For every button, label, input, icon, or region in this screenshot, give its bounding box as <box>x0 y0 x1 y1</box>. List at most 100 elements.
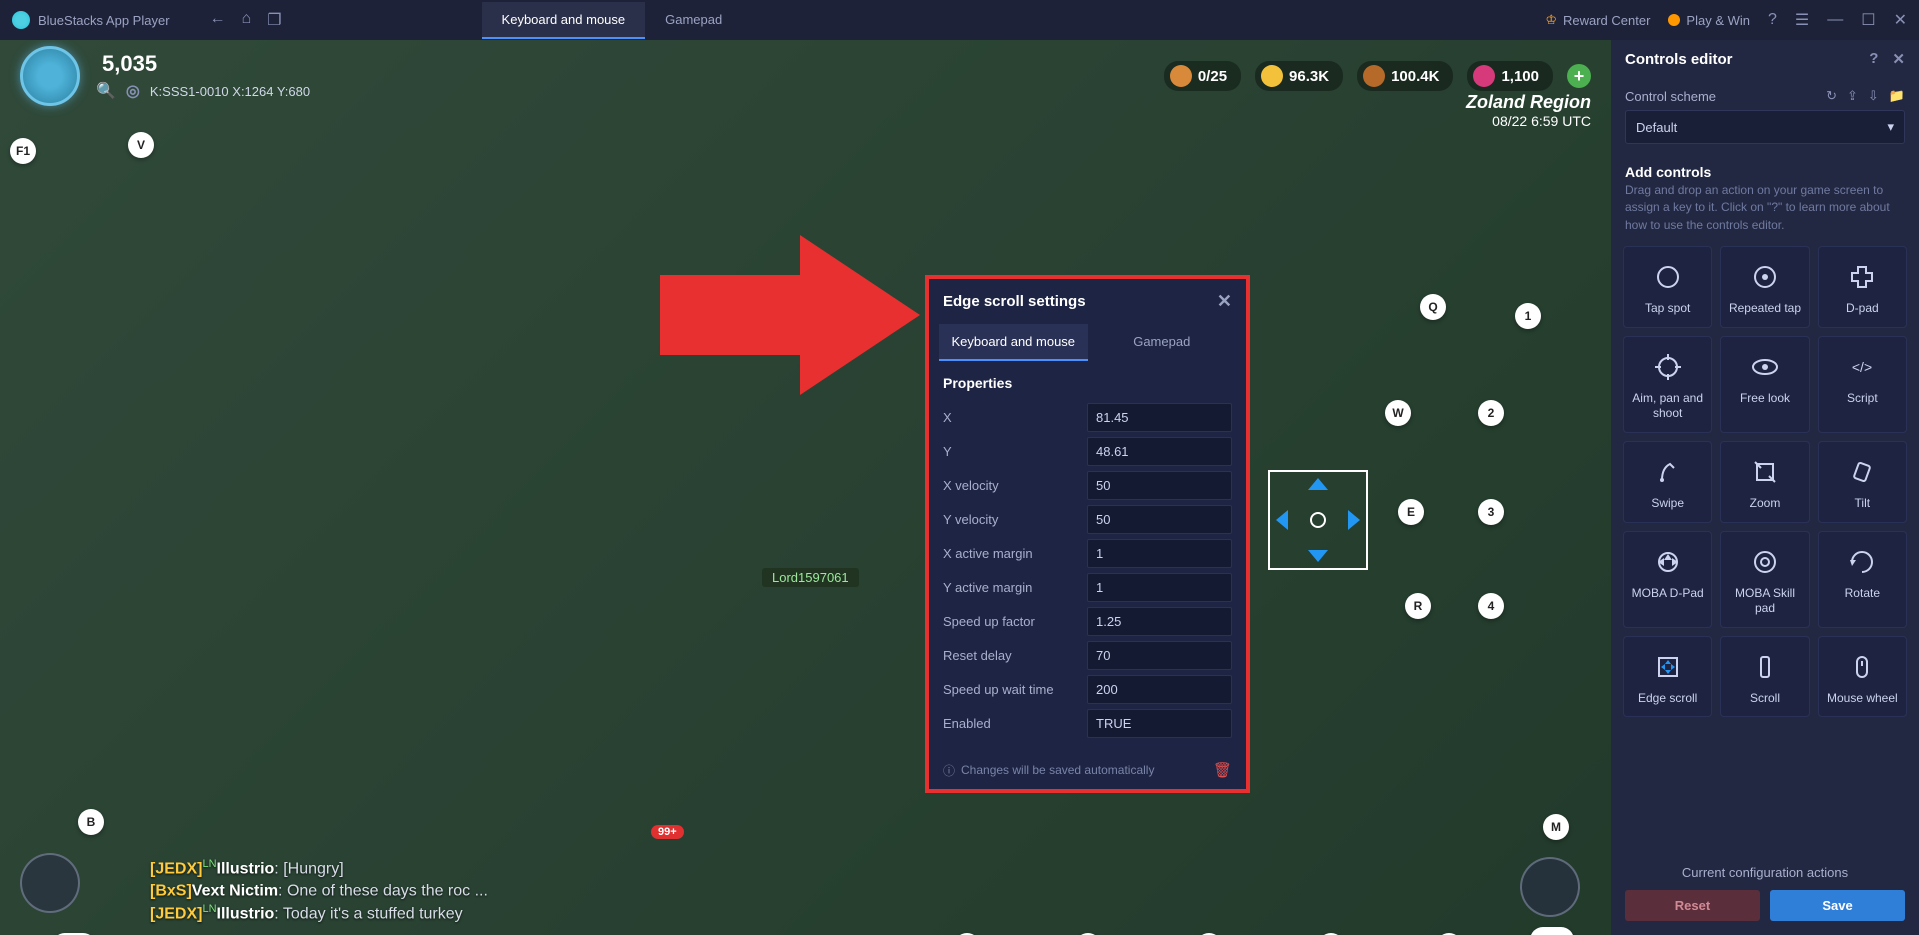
import-scheme-icon[interactable]: ⇩ <box>1868 88 1879 104</box>
region-info[interactable]: Zoland Region 08/22 6:59 UTC <box>1466 92 1591 129</box>
dialog-close-button[interactable]: ✕ <box>1217 291 1232 312</box>
control-tilt[interactable]: Tilt <box>1818 441 1907 523</box>
delete-control-button[interactable]: 🗑 <box>1213 761 1232 779</box>
control-label: Swipe <box>1651 496 1684 512</box>
close-icon[interactable]: ✕ <box>1894 10 1907 30</box>
open-folder-icon[interactable]: 📁 <box>1889 88 1905 104</box>
property-input[interactable] <box>1087 709 1232 738</box>
control-scheme-select[interactable]: Default ▾ <box>1625 110 1905 144</box>
home-icon[interactable]: ⌂ <box>242 10 252 30</box>
chat-box[interactable]: [JEDX]LNIllustrio: [Hungry][BxS]Vext Nic… <box>150 858 488 925</box>
property-input[interactable] <box>1087 675 1232 704</box>
player-avatar[interactable] <box>20 46 80 106</box>
control-free-look[interactable]: Free look <box>1720 336 1809 433</box>
reward-center-button[interactable]: ♔Reward Center <box>1545 12 1650 28</box>
property-input[interactable] <box>1087 437 1232 466</box>
resource-wood[interactable]: 100.4K <box>1357 61 1453 91</box>
property-row: Y active margin <box>943 573 1232 602</box>
property-input[interactable] <box>1087 641 1232 670</box>
key-badge-2[interactable]: 2 <box>1478 400 1504 426</box>
control-icon <box>1846 546 1878 578</box>
app-name: BlueStacks App Player <box>38 13 170 28</box>
control-icon: </> <box>1846 351 1878 383</box>
control-mouse-wheel[interactable]: Mouse wheel <box>1818 636 1907 718</box>
control-label: Tap spot <box>1645 301 1690 317</box>
location-icon[interactable]: ◎ <box>126 81 140 101</box>
control-label: Tilt <box>1855 496 1871 512</box>
bottom-action-2[interactable] <box>1520 857 1580 917</box>
play-win-button[interactable]: Play & Win <box>1668 13 1750 28</box>
control-tap-spot[interactable]: Tap spot <box>1623 246 1712 328</box>
key-badge-f1[interactable]: F1 <box>10 138 36 164</box>
control-repeated-tap[interactable]: Repeated tap <box>1720 246 1809 328</box>
search-icon[interactable]: 🔍 <box>96 81 116 101</box>
key-badge-4[interactable]: 4 <box>1478 593 1504 619</box>
key-badge-w[interactable]: W <box>1385 400 1411 426</box>
save-button[interactable]: Save <box>1770 890 1905 921</box>
chat-notification-badge[interactable]: 99+ <box>651 825 684 839</box>
key-badge-v[interactable]: V <box>128 132 154 158</box>
edge-scroll-control[interactable] <box>1268 470 1368 570</box>
help-icon[interactable]: ? <box>1768 11 1777 29</box>
property-input[interactable] <box>1087 471 1232 500</box>
control-label: Script <box>1847 391 1878 407</box>
property-label: Y velocity <box>943 512 1087 527</box>
dialog-tab-keyboard-mouse[interactable]: Keyboard and mouse <box>939 324 1088 361</box>
control-swipe[interactable]: Swipe <box>1623 441 1712 523</box>
property-input[interactable] <box>1087 505 1232 534</box>
control-d-pad[interactable]: D-pad <box>1818 246 1907 328</box>
refresh-scheme-icon[interactable]: ↻ <box>1826 88 1837 104</box>
coordinates[interactable]: K:SSS1-0010 X:1264 Y:680 <box>150 84 310 99</box>
region-name: Zoland Region <box>1466 92 1591 113</box>
control-zoom[interactable]: Zoom <box>1720 441 1809 523</box>
control-label: Zoom <box>1750 496 1781 512</box>
property-input[interactable] <box>1087 573 1232 602</box>
control-moba-d-pad[interactable]: MOBA D-Pad <box>1623 531 1712 628</box>
tab-gamepad[interactable]: Gamepad <box>645 2 742 39</box>
control-moba-skill-pad[interactable]: MOBA Skill pad <box>1720 531 1809 628</box>
property-input[interactable] <box>1087 539 1232 568</box>
bottom-action-1[interactable] <box>20 853 80 913</box>
panel-help-icon[interactable]: ? <box>1869 50 1878 68</box>
export-scheme-icon[interactable]: ⇪ <box>1847 88 1858 104</box>
resource-gold[interactable]: 96.3K <box>1255 61 1343 91</box>
reset-button[interactable]: Reset <box>1625 890 1760 921</box>
key-badge-tab[interactable]: Tab <box>1530 927 1574 935</box>
resource-food[interactable]: 0/25 <box>1164 61 1241 91</box>
game-viewport[interactable]: 5,035 🔍 ◎ K:SSS1-0010 X:1264 Y:680 0/25 … <box>0 40 1611 935</box>
arrow-right-icon <box>1348 510 1360 530</box>
key-badge-3[interactable]: 3 <box>1478 499 1504 525</box>
control-scroll[interactable]: Scroll <box>1720 636 1809 718</box>
recent-apps-icon[interactable]: ❐ <box>267 10 281 30</box>
add-resource-button[interactable]: + <box>1567 64 1591 88</box>
control-rotate[interactable]: Rotate <box>1818 531 1907 628</box>
key-badge-1[interactable]: 1 <box>1515 303 1541 329</box>
control-aim-pan-and-shoot[interactable]: Aim, pan and shoot <box>1623 336 1712 433</box>
property-input[interactable] <box>1087 607 1232 636</box>
key-badge-m[interactable]: M <box>1543 814 1569 840</box>
key-badge-b[interactable]: B <box>78 809 104 835</box>
control-icon <box>1749 261 1781 293</box>
panel-close-icon[interactable]: ✕ <box>1892 50 1905 68</box>
autosave-message: Changes will be saved automatically <box>961 763 1154 777</box>
minimize-icon[interactable]: — <box>1827 11 1843 29</box>
control-icon <box>1846 261 1878 293</box>
control-script[interactable]: </> Script <box>1818 336 1907 433</box>
control-edge-scroll[interactable]: Edge scroll <box>1623 636 1712 718</box>
control-label: MOBA D-Pad <box>1632 586 1704 602</box>
back-icon[interactable]: ← <box>210 10 226 30</box>
property-input[interactable] <box>1087 403 1232 432</box>
key-badge-q[interactable]: Q <box>1420 294 1446 320</box>
chevron-down-icon: ▾ <box>1887 119 1894 135</box>
tab-keyboard-mouse[interactable]: Keyboard and mouse <box>482 2 646 39</box>
maximize-icon[interactable]: ☐ <box>1861 10 1875 30</box>
nav-buttons: ← ⌂ ❐ <box>210 10 282 30</box>
player-name-label[interactable]: Lord1597061 <box>762 568 859 587</box>
dialog-tab-gamepad[interactable]: Gamepad <box>1088 324 1237 361</box>
key-badge-r[interactable]: R <box>1405 593 1431 619</box>
key-badge-e[interactable]: E <box>1398 499 1424 525</box>
resource-gem[interactable]: 1,100 <box>1467 61 1553 91</box>
menu-icon[interactable]: ☰ <box>1795 10 1809 30</box>
property-label: X velocity <box>943 478 1087 493</box>
control-icon <box>1749 351 1781 383</box>
